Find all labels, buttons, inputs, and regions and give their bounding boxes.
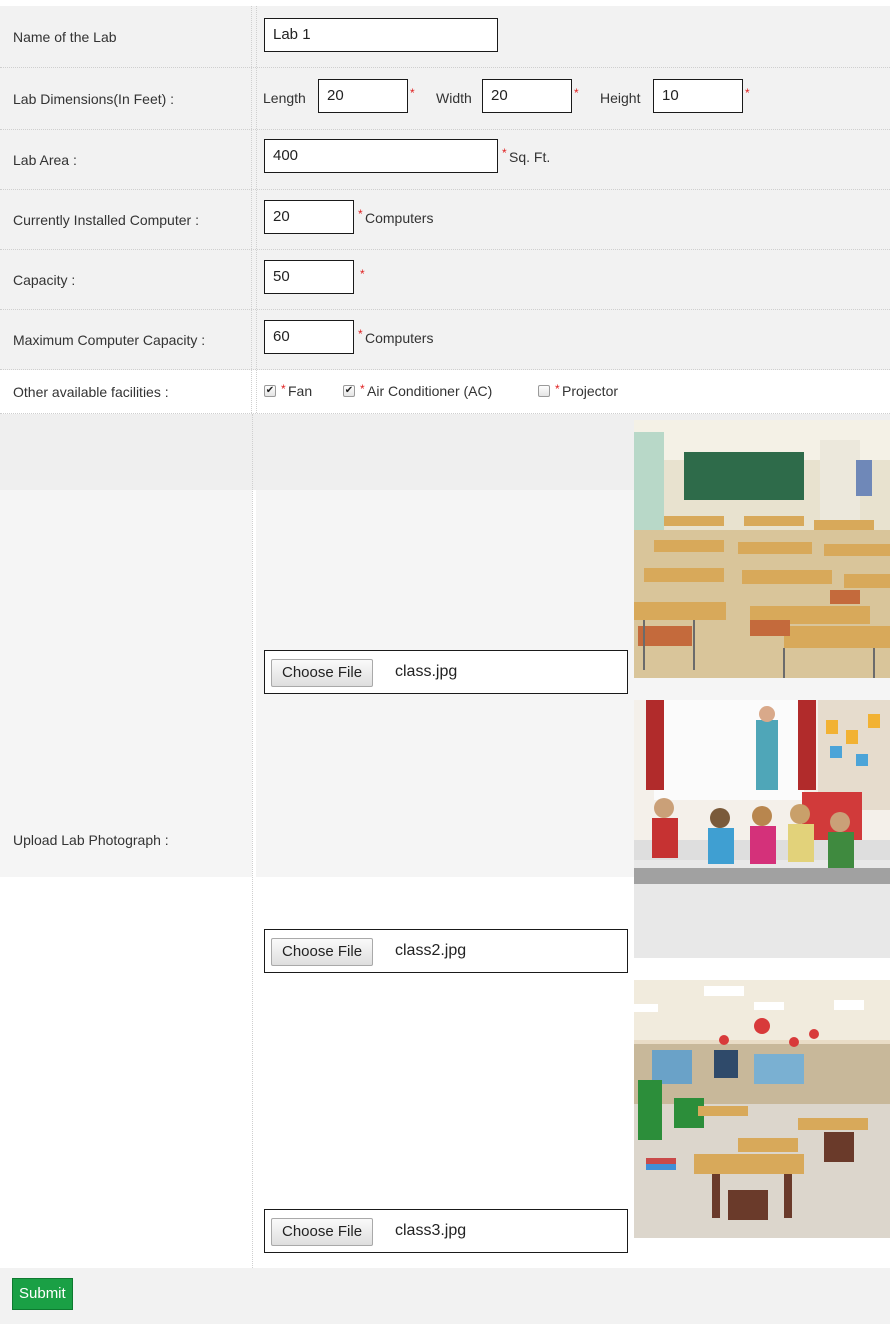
photo-band-mid [0,490,252,877]
photo-3-file-input[interactable]: Choose File class3.jpg [264,1209,628,1253]
dimensions-label: Lab Dimensions(In Feet) : [13,90,175,107]
dimensions-field-cell: Length 20 * Width 20 * Height 10 * [256,68,890,129]
installed-label: Currently Installed Computer : [13,211,199,228]
lab-name-field-cell: Lab 1 [256,6,890,67]
capacity-input[interactable]: 50 [264,260,354,294]
height-required-mark: * [745,86,750,100]
row-submit [0,1268,890,1324]
ac-label: Air Conditioner (AC) [367,383,493,399]
capacity-label-cell: Capacity : [0,250,252,309]
lab-name-label: Name of the Lab [13,28,117,45]
photo-1-preview [634,420,890,678]
photo-2-choose-file-button[interactable]: Choose File [271,938,374,966]
photo-1-choose-file-button[interactable]: Choose File [271,659,374,687]
installed-field-cell: 20 * Computers [256,190,890,249]
photo-1-filename: class.jpg [395,663,458,680]
length-label: Length [263,90,306,106]
max-capacity-label: Maximum Computer Capacity : [13,331,206,348]
photo-3-filename: class3.jpg [395,1222,467,1239]
width-input[interactable]: 20 [482,79,572,113]
row-facilities: Other available facilities : ✔ * Fan ✔ *… [0,370,890,414]
facilities-label-cell: Other available facilities : [0,370,252,413]
dimensions-label-cell: Lab Dimensions(In Feet) : [0,68,252,129]
row-photographs: Upload Lab Photograph : Choose File clas… [0,414,890,1268]
max-capacity-field-cell: 60 * Computers [256,310,890,369]
max-capacity-required-mark: * [358,327,363,341]
row-lab-area: Lab Area : 400 * Sq. Ft. [0,130,890,190]
facilities-label: Other available facilities : [13,383,169,400]
width-label: Width [436,90,472,106]
height-label: Height [600,90,641,106]
max-capacity-label-cell: Maximum Computer Capacity : [0,310,252,369]
classroom-photo-2 [634,700,890,958]
row-capacity: Capacity : 50 * [0,250,890,310]
lab-name-label-cell: Name of the Lab [0,6,252,67]
photo-divider [252,414,253,1268]
photo-3-preview [634,980,890,1238]
photos-label: Upload Lab Photograph : [13,832,169,848]
projector-label: Projector [562,383,619,399]
submit-button[interactable]: Submit [12,1278,73,1310]
area-label: Lab Area : [13,151,77,168]
row-installed-computers: Currently Installed Computer : 20 * Comp… [0,190,890,250]
fan-label: Fan [288,383,313,399]
height-input[interactable]: 10 [653,79,743,113]
row-max-capacity: Maximum Computer Capacity : 60 * Compute… [0,310,890,370]
installed-input[interactable]: 20 [264,200,354,234]
lab-form: Name of the Lab Lab 1 Lab Dimensions(In … [0,0,890,1324]
projector-required-mark: * [555,382,560,396]
installed-unit: Computers [365,210,434,226]
photo-2-preview [634,700,890,958]
classroom-photo-1 [634,420,890,678]
ac-required-mark: * [360,382,365,396]
max-capacity-unit: Computers [365,330,434,346]
area-unit: Sq. Ft. [509,149,551,165]
capacity-required-mark: * [360,267,365,281]
classroom-photo-3 [634,980,890,1238]
fan-checkbox[interactable]: ✔ [264,385,276,397]
photo-1-file-input[interactable]: Choose File class.jpg [264,650,628,694]
area-label-cell: Lab Area : [0,130,252,189]
fan-required-mark: * [281,382,286,396]
length-input[interactable]: 20 [318,79,408,113]
photo-2-filename: class2.jpg [395,942,467,959]
ac-checkbox[interactable]: ✔ [343,385,355,397]
area-input[interactable]: 400 [264,139,498,173]
photo-2-file-input[interactable]: Choose File class2.jpg [264,929,628,973]
installed-label-cell: Currently Installed Computer : [0,190,252,249]
facilities-field-cell: ✔ * Fan ✔ * Air Conditioner (AC) * Proje… [256,370,890,413]
area-field-cell: 400 * Sq. Ft. [256,130,890,189]
capacity-field-cell: 50 * [256,250,890,309]
lab-name-input[interactable]: Lab 1 [264,18,498,52]
row-lab-name: Name of the Lab Lab 1 [0,6,890,68]
width-required-mark: * [574,86,579,100]
area-required-mark: * [502,146,507,160]
capacity-label: Capacity : [13,271,76,288]
length-required-mark: * [410,86,415,100]
projector-checkbox[interactable] [538,385,550,397]
row-lab-dimensions: Lab Dimensions(In Feet) : Length 20 * Wi… [0,68,890,130]
installed-required-mark: * [358,207,363,221]
photo-3-choose-file-button[interactable]: Choose File [271,1218,374,1246]
max-capacity-input[interactable]: 60 [264,320,354,354]
